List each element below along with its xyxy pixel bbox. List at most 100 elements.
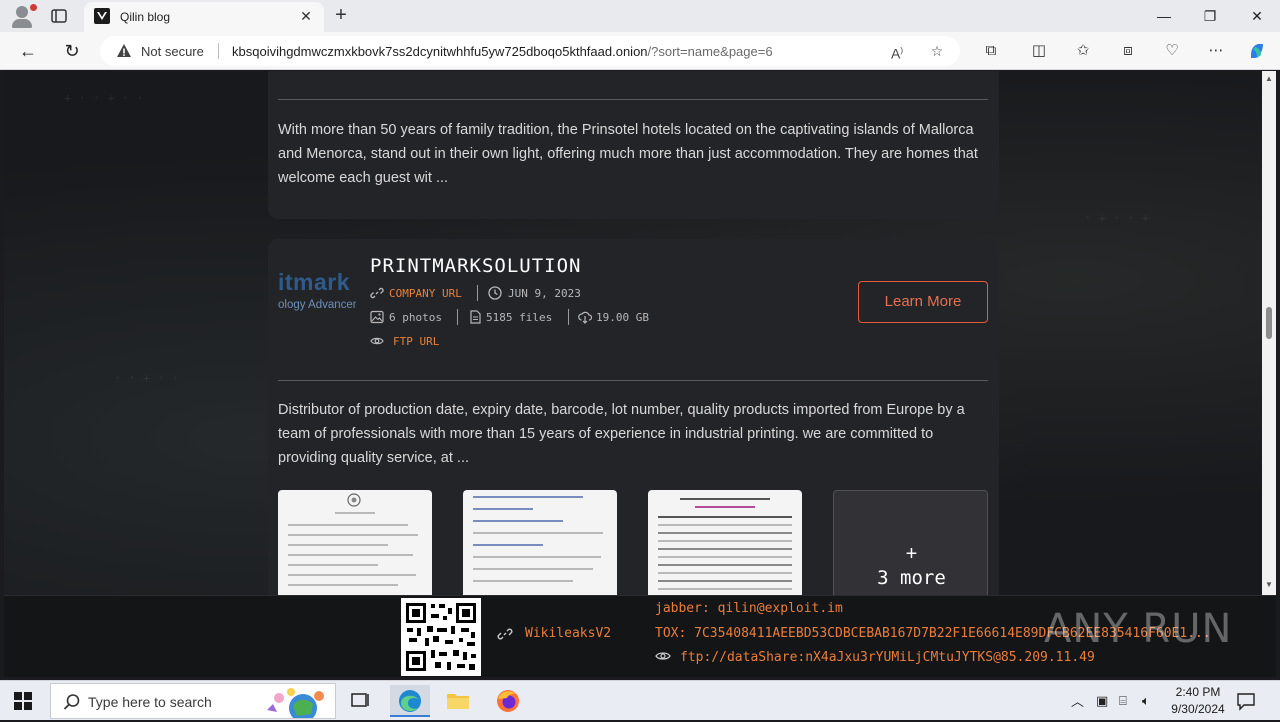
settings-menu-icon[interactable]: ⋯ xyxy=(1206,41,1226,61)
volume-icon[interactable]: 🔈︎ xyxy=(1142,693,1150,709)
extensions-icon[interactable]: ⧉ xyxy=(981,41,1001,61)
back-button[interactable]: ← xyxy=(18,41,38,61)
scrollbar-thumb[interactable] xyxy=(1266,307,1272,339)
bg-decoration: · · + · · xyxy=(114,371,180,385)
link-icon xyxy=(497,628,513,640)
task-view-button[interactable] xyxy=(340,685,380,717)
task-view-icon xyxy=(351,693,369,707)
new-tab-button[interactable]: + xyxy=(330,4,352,26)
search-highlight-icon xyxy=(267,688,324,718)
tab-title: Qilin blog xyxy=(120,10,171,24)
profile-icon[interactable] xyxy=(8,4,37,28)
photos-icon xyxy=(370,310,384,324)
page-viewport: + · · + · · · + · · + · · + · · With mor… xyxy=(4,71,1262,595)
taskbar-edge-app[interactable] xyxy=(390,685,430,717)
leak-photo-thumbnail[interactable] xyxy=(463,490,617,595)
files-count: 5185 files xyxy=(486,311,553,324)
page-scrollbar[interactable]: ▲ ▼ xyxy=(1262,71,1276,595)
file-icon xyxy=(470,310,481,324)
company-url-link[interactable]: COMPANY URL xyxy=(389,287,462,300)
taskbar-file-explorer-app[interactable] xyxy=(438,685,478,717)
meta-separator xyxy=(568,309,569,325)
anyrun-watermark: ANY RUN xyxy=(1044,606,1233,652)
search-icon xyxy=(63,694,80,710)
contact-footer: WikileaksV2 jabber: qilin@exploit.im TOX… xyxy=(4,595,1276,677)
clock-icon xyxy=(488,286,502,300)
scroll-up-icon[interactable]: ▲ xyxy=(1265,75,1273,83)
card-divider xyxy=(278,99,988,100)
publish-date: JUN 9, 2023 xyxy=(508,287,581,300)
ftp-share-link[interactable]: ftp://dataShare:nX4aJxu3rYUMiLjCMtuJYTKS… xyxy=(680,650,1095,665)
collections-icon[interactable]: ⧈ xyxy=(1118,41,1138,61)
favorite-star-icon[interactable]: ☆ xyxy=(928,42,946,60)
copilot-icon[interactable] xyxy=(1247,41,1267,61)
reload-button[interactable]: ↻ xyxy=(62,41,82,61)
download-cloud-icon xyxy=(578,311,592,324)
ftp-url-link[interactable]: FTP URL xyxy=(393,335,439,348)
tab-close-icon[interactable]: ✕ xyxy=(298,8,314,24)
network-icon[interactable]: ⌸ xyxy=(1119,693,1127,709)
tab-actions-icon[interactable] xyxy=(50,7,68,25)
browser-tab-bar: Qilin blog ✕ + — ❐ ✕ xyxy=(0,0,1280,32)
tray-device-icon[interactable]: ▣ xyxy=(1096,693,1108,709)
card-description: With more than 50 years of family tradit… xyxy=(278,122,978,186)
restore-button[interactable]: ❐ xyxy=(1200,6,1220,26)
wikileaks-link[interactable]: WikileaksV2 xyxy=(525,626,611,641)
more-photos-button[interactable]: + 3 more xyxy=(833,490,988,595)
browser-toolbar: ← ↻ Not secure kbsqoivihgdmwczmxkbovk7ss… xyxy=(0,32,1280,70)
data-size: 19.00 GB xyxy=(596,311,649,324)
taskbar-clock[interactable]: 2:40 PM 9/30/2024 xyxy=(1164,684,1232,718)
taskbar-firefox-app[interactable] xyxy=(488,685,528,717)
clock-date: 9/30/2024 xyxy=(1171,702,1225,716)
leak-photo-thumbnail[interactable] xyxy=(648,490,802,595)
seal-icon xyxy=(347,493,361,507)
leak-photo-thumbnail[interactable] xyxy=(278,490,432,595)
card-divider xyxy=(278,380,988,381)
jabber-contact[interactable]: jabber: qilin@exploit.im xyxy=(655,601,843,616)
read-aloud-icon[interactable]: A) xyxy=(888,42,906,62)
url-host: kbsqoivihgdmwczmxkbovk7ss2dcynitwhhfu5yw… xyxy=(232,44,648,59)
company-logo: itmark ology Advancen xyxy=(278,269,356,329)
clock-time: 2:40 PM xyxy=(1175,685,1221,699)
tab-qilin-blog[interactable]: Qilin blog ✕ xyxy=(84,2,324,32)
victim-card-printmarksolution: itmark ology Advancen PRINTMARKSOLUTION … xyxy=(268,239,999,595)
company-logo-subtext: ology Advancen xyxy=(278,299,356,311)
folder-icon xyxy=(447,694,469,709)
split-screen-icon[interactable]: ◫ xyxy=(1029,41,1049,61)
warning-icon xyxy=(117,44,131,57)
site-favicon-icon xyxy=(94,8,110,24)
minimize-button[interactable]: — xyxy=(1154,6,1174,26)
plus-icon: + xyxy=(905,543,918,565)
windows-taskbar: Type here to search ︿ ▣ ⌸ 🔈︎ 2:40 PM 9/3… xyxy=(0,680,1280,720)
bg-decoration: · + · · + xyxy=(1084,211,1150,225)
taskbar-search-box[interactable]: Type here to search xyxy=(50,683,336,719)
notification-icon[interactable] xyxy=(1236,691,1256,711)
firefox-icon xyxy=(497,690,519,712)
meta-separator xyxy=(477,285,478,301)
eye-icon xyxy=(655,652,671,660)
security-status[interactable]: Not secure xyxy=(141,44,204,59)
scroll-down-icon[interactable]: ▼ xyxy=(1265,581,1273,589)
link-icon xyxy=(370,287,384,299)
address-separator xyxy=(218,43,219,59)
qr-code xyxy=(401,598,481,676)
url-text[interactable]: kbsqoivihgdmwczmxkbovk7ss2dcynitwhhfu5yw… xyxy=(232,44,773,59)
bg-decoration: + · · + · · xyxy=(64,91,144,105)
eye-icon xyxy=(370,337,384,345)
meta-separator xyxy=(457,309,458,325)
favorites-icon[interactable]: ✩ xyxy=(1073,41,1093,61)
address-bar[interactable]: Not secure kbsqoivihgdmwczmxkbovk7ss2dcy… xyxy=(100,36,960,66)
victim-card-prinsotel: With more than 50 years of family tradit… xyxy=(268,71,999,219)
search-placeholder: Type here to search xyxy=(88,694,212,710)
windows-start-icon[interactable] xyxy=(14,692,32,710)
photos-count: 6 photos xyxy=(389,311,442,324)
browser-essentials-icon[interactable]: ♡ xyxy=(1162,41,1182,61)
card-description: Distributor of production date, expiry d… xyxy=(278,402,965,466)
company-title[interactable]: PRINTMARKSOLUTION xyxy=(370,255,581,277)
learn-more-button[interactable]: Learn More xyxy=(858,281,988,323)
more-photos-label: 3 more xyxy=(877,567,946,589)
company-logo-text: itmark xyxy=(278,269,351,295)
show-hidden-icons-chevron-icon[interactable]: ︿ xyxy=(1071,691,1084,710)
close-window-button[interactable]: ✕ xyxy=(1247,6,1267,26)
url-path: /?sort=name&page=6 xyxy=(647,44,773,59)
